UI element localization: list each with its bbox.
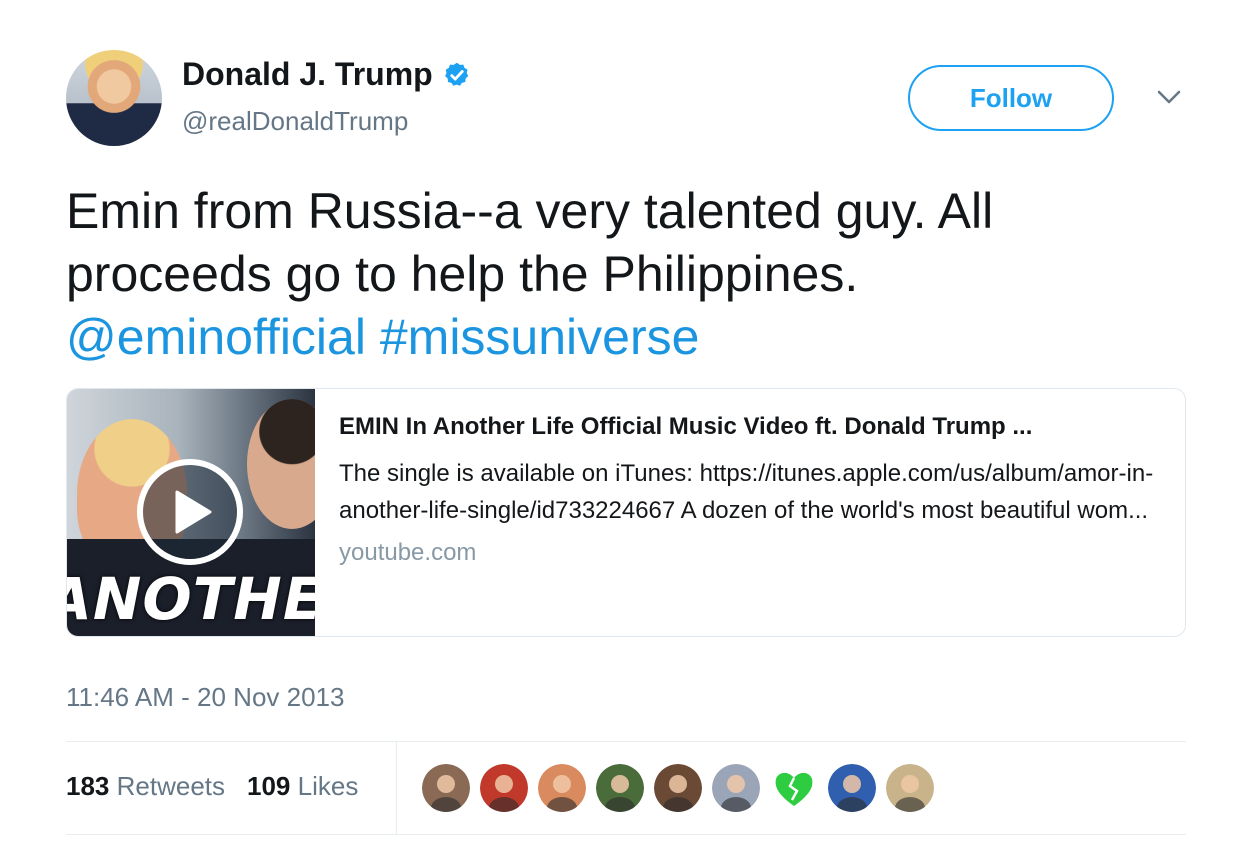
card-domain: youtube.com bbox=[339, 539, 477, 566]
verified-badge-icon bbox=[444, 62, 468, 86]
card-title: EMIN In Another Life Official Music Vide… bbox=[339, 413, 1033, 440]
retweets-count: 183 bbox=[66, 771, 110, 801]
liker-avatar[interactable] bbox=[654, 764, 702, 812]
liker-avatar[interactable] bbox=[828, 764, 876, 812]
liker-avatars bbox=[422, 764, 934, 812]
follow-button[interactable]: Follow bbox=[908, 65, 1114, 131]
hashtag-link[interactable]: #missuniverse bbox=[380, 309, 700, 365]
likes-label: Likes bbox=[297, 771, 359, 801]
liker-avatar[interactable] bbox=[538, 764, 586, 812]
thumbnail-text: ANOTHER LI bbox=[67, 565, 315, 633]
liker-avatar[interactable] bbox=[712, 764, 760, 812]
retweets-stat[interactable]: 183 Retweets bbox=[66, 771, 225, 802]
divider bbox=[66, 741, 1186, 742]
video-thumbnail[interactable]: ANOTHER LI bbox=[67, 389, 315, 636]
author-name-row: Donald J. Trump bbox=[182, 56, 471, 93]
thumbnail-person-right bbox=[247, 399, 315, 529]
stats-divider bbox=[396, 742, 397, 834]
likes-count: 109 bbox=[247, 771, 291, 801]
card-description: The single is available on iTunes: https… bbox=[339, 460, 1154, 524]
tweet-timestamp[interactable]: 11:46 AM - 20 Nov 2013 bbox=[66, 682, 344, 713]
liker-avatar[interactable] bbox=[596, 764, 644, 812]
liker-avatar[interactable] bbox=[480, 764, 528, 812]
liker-avatar[interactable] bbox=[422, 764, 470, 812]
play-icon[interactable] bbox=[137, 459, 243, 565]
tweet-stats: 183 Retweets 109 Likes bbox=[66, 771, 358, 802]
likes-stat[interactable]: 109 Likes bbox=[247, 771, 358, 802]
link-preview-card[interactable]: ANOTHER LI EMIN In Another Life Official… bbox=[66, 388, 1186, 637]
author-display-name[interactable]: Donald J. Trump bbox=[182, 56, 433, 93]
retweets-label: Retweets bbox=[116, 771, 226, 801]
author-avatar[interactable] bbox=[66, 50, 162, 146]
author-handle[interactable]: @realDonaldTrump bbox=[182, 106, 408, 137]
tweet-body: Emin from Russia--a very talented guy. A… bbox=[66, 183, 994, 302]
liker-avatar[interactable] bbox=[886, 764, 934, 812]
tweet-text: Emin from Russia--a very talented guy. A… bbox=[66, 180, 1186, 369]
mention-link[interactable]: @eminofficial bbox=[66, 309, 366, 365]
broken-heart-icon[interactable] bbox=[770, 764, 818, 812]
divider bbox=[66, 834, 1186, 835]
chevron-down-icon[interactable] bbox=[1156, 88, 1182, 106]
card-body: EMIN In Another Life Official Music Vide… bbox=[315, 389, 1185, 636]
